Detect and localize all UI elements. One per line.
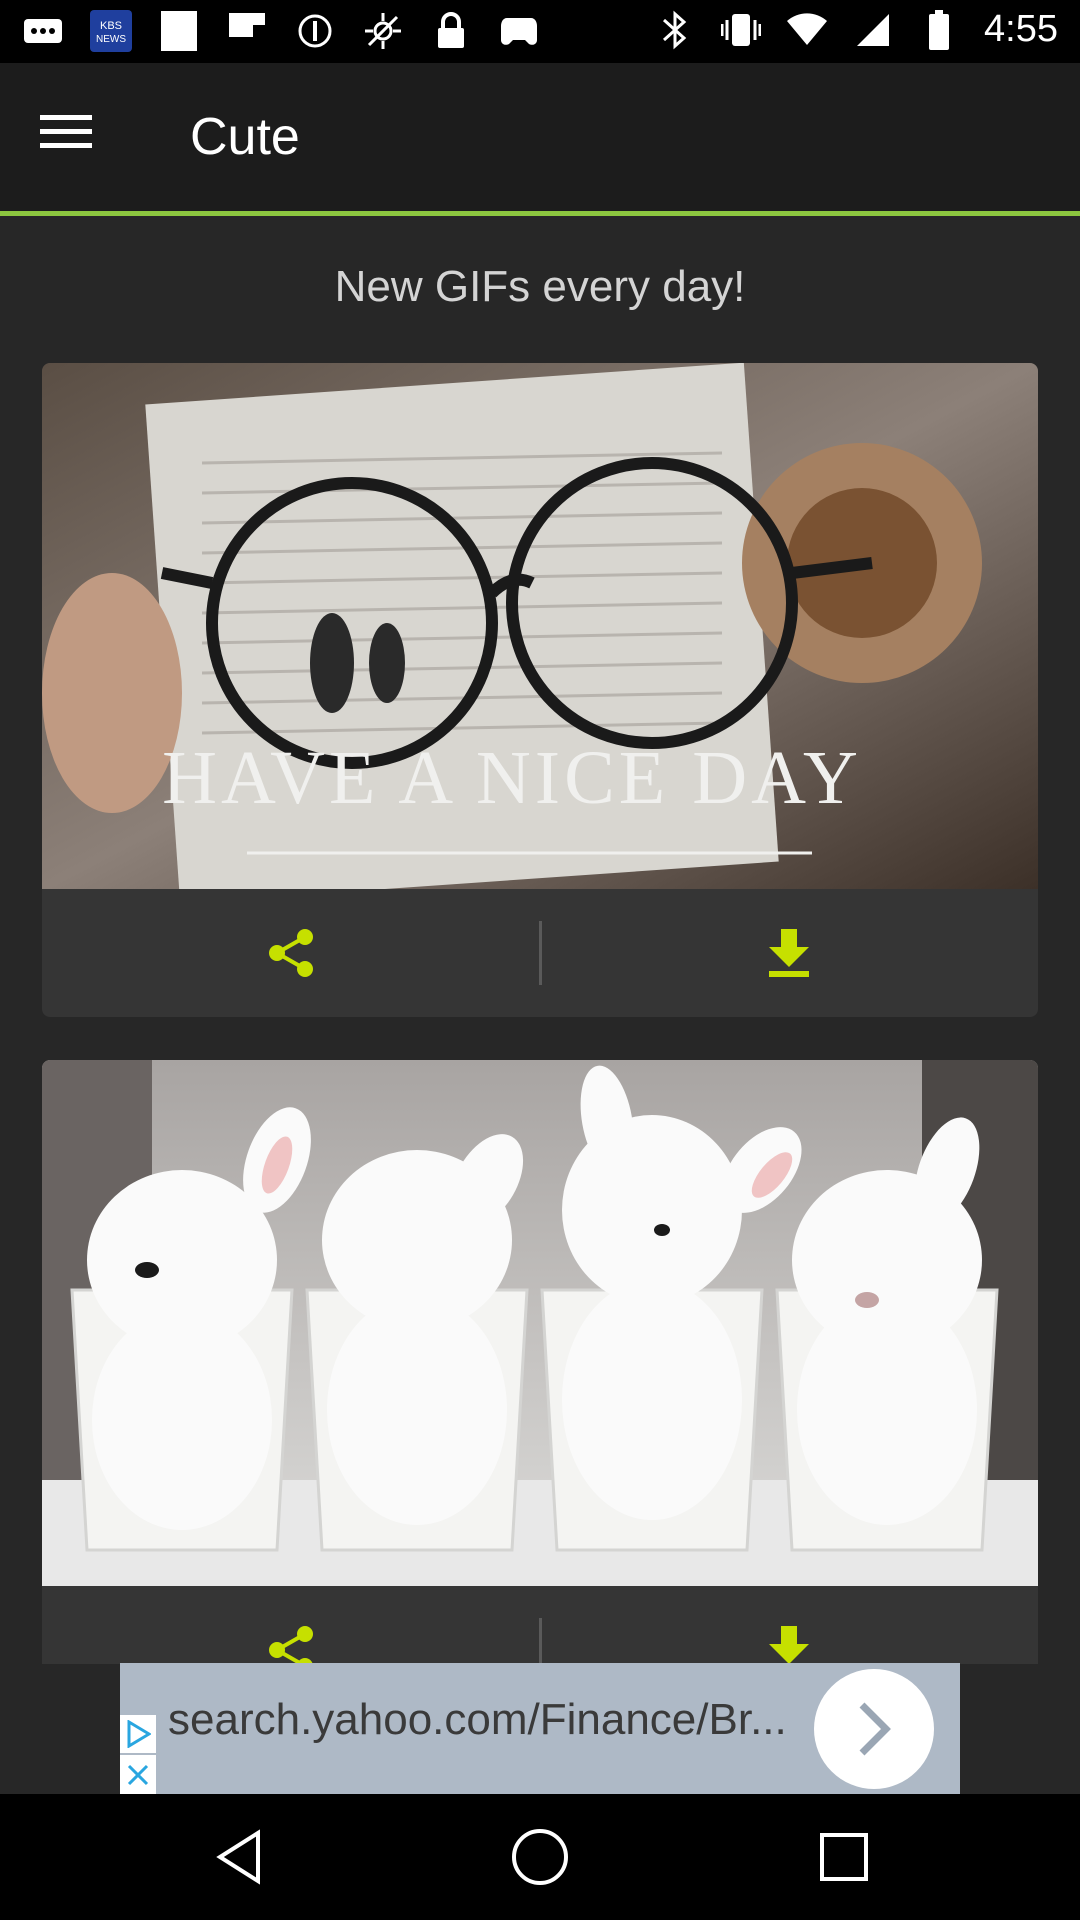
lock-icon: [430, 10, 472, 52]
vibrate-icon: [720, 9, 762, 51]
blank-note-icon: [158, 10, 200, 52]
status-bar: KBS NEWS 4:55: [0, 0, 1080, 63]
chevron-right-icon[interactable]: [814, 1669, 934, 1789]
download-icon: [769, 929, 809, 977]
card-actions: [42, 889, 1038, 1017]
image-caption: HAVE A NICE DAY: [162, 736, 862, 820]
back-icon[interactable]: [206, 1824, 272, 1890]
clock-time: 4:55: [984, 8, 1058, 50]
wifi-icon: [786, 9, 828, 51]
game-controller-icon: [498, 10, 540, 52]
signal-icon: [852, 9, 894, 51]
hamburger-menu-icon[interactable]: [40, 113, 104, 163]
ad-url-text[interactable]: search.yahoo.com/Finance/Br...: [168, 1695, 787, 1745]
share-button[interactable]: [42, 1586, 540, 1664]
gif-image-nice-day[interactable]: HAVE A NICE DAY: [42, 363, 1038, 889]
card-actions: [42, 1586, 1038, 1664]
gif-image-bunnies[interactable]: [42, 1060, 1038, 1586]
svg-text:KBS: KBS: [100, 20, 122, 32]
page-title: Cute: [190, 108, 300, 166]
share-icon: [269, 1626, 313, 1664]
battery-icon: [918, 9, 960, 51]
kbs-news-icon: KBS NEWS: [90, 10, 132, 52]
download-button[interactable]: [540, 1586, 1038, 1664]
more-notifications-icon: [22, 10, 64, 52]
share-button[interactable]: [42, 889, 540, 1017]
recents-icon[interactable]: [811, 1824, 877, 1890]
ad-close-icon[interactable]: [120, 1755, 156, 1794]
ad-choices-icon[interactable]: [120, 1715, 156, 1753]
gif-card: HAVE A NICE DAY: [42, 363, 1038, 1017]
download-button[interactable]: [540, 889, 1038, 1017]
tagline: New GIFs every day!: [334, 262, 746, 311]
flipboard-icon: [226, 10, 268, 52]
divider: [539, 1618, 542, 1664]
bluetooth-icon: [654, 9, 696, 51]
navigation-bar: [0, 1794, 1080, 1920]
download-icon: [769, 1626, 809, 1664]
share-icon: [269, 929, 313, 977]
home-icon[interactable]: [507, 1824, 573, 1890]
ad-banner[interactable]: search.yahoo.com/Finance/Br...: [120, 1663, 960, 1794]
no-gps-icon: [362, 10, 404, 52]
gif-card: [42, 1060, 1038, 1664]
app-bar: Cute: [0, 63, 1080, 216]
divider: [539, 921, 542, 985]
circle-icon: [294, 10, 336, 52]
svg-text:NEWS: NEWS: [96, 34, 126, 45]
